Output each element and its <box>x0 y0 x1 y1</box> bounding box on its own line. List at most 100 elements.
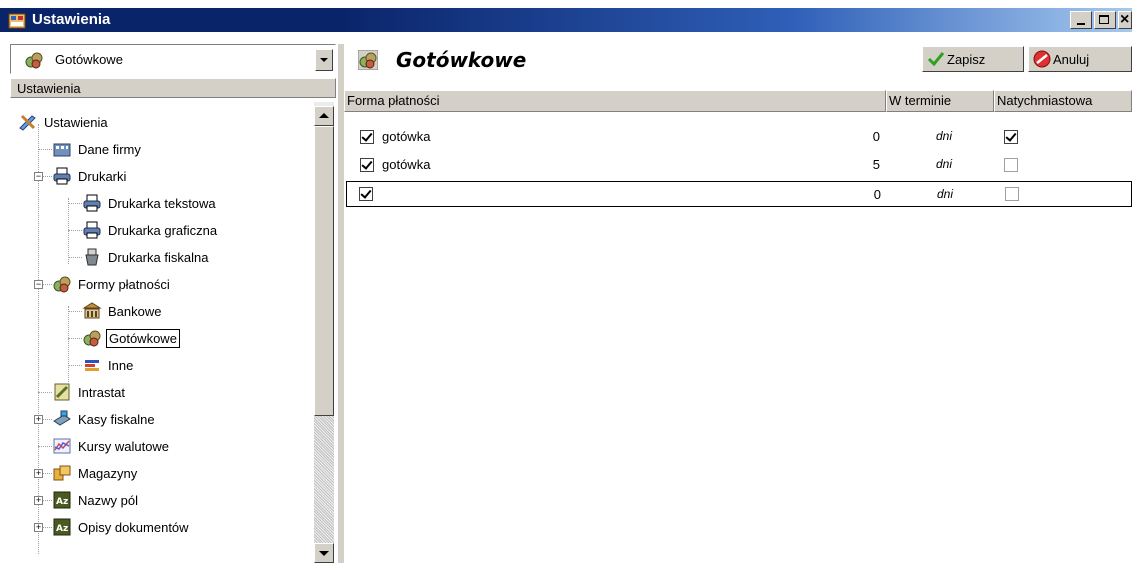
coins-icon <box>358 50 378 70</box>
tree-item-label: Drukarka tekstowa <box>108 195 216 211</box>
tree-item-label: Intrastat <box>78 384 125 400</box>
tree-item-label: Opisy dokumentów <box>78 519 189 535</box>
tree-toggle-expand[interactable]: + <box>34 496 43 505</box>
tree-item-gotowkowe[interactable]: Gotówkowe <box>82 327 180 349</box>
checkmark-icon <box>927 52 945 67</box>
tree-scrollbar[interactable] <box>314 102 334 563</box>
title-bar: Ustawienia × <box>0 8 1132 32</box>
chart-icon <box>53 438 71 454</box>
tree-item-nazwy-pol[interactable]: Az Nazwy pól <box>52 489 140 511</box>
immediate-checkbox[interactable] <box>1005 187 1019 201</box>
scroll-thumb[interactable] <box>314 126 334 416</box>
tree-item-label: Formy płatności <box>78 276 170 292</box>
combo-value: Gotówkowe <box>55 52 123 67</box>
table-row[interactable]: gotówka 5 dni <box>348 152 1132 178</box>
row-enabled-checkbox[interactable] <box>360 130 374 144</box>
tree-item-label: Drukarki <box>78 168 127 184</box>
grid-header: Forma płatności W terminie Natychmiastow… <box>344 90 1132 112</box>
tools-icon <box>19 114 36 131</box>
coins-icon <box>53 276 71 293</box>
cancel-button[interactable]: Anuluj <box>1028 46 1132 72</box>
tree-toggle-expand[interactable]: + <box>34 415 43 424</box>
column-header-due-term[interactable]: W terminie <box>886 90 994 112</box>
az-icon: Az <box>53 491 71 509</box>
tree-item-opisy-dokumentow[interactable]: Az Opisy dokumentów <box>52 516 191 538</box>
tree-item-label: Nazwy pól <box>78 492 138 508</box>
column-header-payment-form[interactable]: Forma płatności <box>344 90 886 112</box>
tree-item-drukarka-tekstowa[interactable]: Drukarka tekstowa <box>82 192 218 214</box>
close-button[interactable]: × <box>1118 11 1132 29</box>
scroll-up-button[interactable] <box>314 106 334 126</box>
row-enabled-checkbox[interactable] <box>359 187 373 201</box>
tree-item-kursy-walutowe[interactable]: Kursy walutowe <box>52 435 171 457</box>
settings-tree[interactable]: − − + + + + Ustawienia Dane firmy Drukar… <box>10 102 336 563</box>
az-icon: Az <box>53 518 71 536</box>
tree-item-dane-firmy[interactable]: Dane firmy <box>52 138 143 160</box>
tree-item-label: Inne <box>108 357 134 373</box>
scroll-down-button[interactable] <box>314 543 334 563</box>
company-icon <box>53 143 71 157</box>
coins-icon <box>83 330 101 347</box>
tree-item-intrastat[interactable]: Intrastat <box>52 381 127 403</box>
fiscal-printer-icon <box>85 248 99 266</box>
scroll-track[interactable] <box>314 416 334 543</box>
coins-icon <box>25 52 43 69</box>
column-header-immediate[interactable]: Natychmiastowa <box>994 90 1132 112</box>
days-value[interactable]: 0 <box>850 129 880 144</box>
days-unit: dni <box>937 187 954 201</box>
cancel-icon <box>1033 50 1051 68</box>
settings-nav-pane: Gotówkowe Ustawienia − − + + + + Ustawie… <box>10 44 338 563</box>
days-unit: dni <box>936 157 953 171</box>
payment-forms-pane: Gotówkowe Zapisz Anuluj Forma płatności … <box>344 44 1132 563</box>
tree-item-label: Ustawienia <box>44 114 108 130</box>
tree-toggle-collapse[interactable]: − <box>34 280 43 289</box>
svg-text:Az: Az <box>56 497 68 507</box>
window-title: Ustawienia <box>32 11 111 28</box>
section-combo[interactable]: Gotówkowe <box>10 44 336 74</box>
save-button[interactable]: Zapisz <box>922 46 1024 72</box>
note-icon <box>54 383 70 401</box>
printer-icon <box>53 167 71 185</box>
payment-name[interactable]: gotówka <box>382 129 430 144</box>
table-row[interactable]: gotówka 0 dni <box>348 124 1132 150</box>
tree-item-inne[interactable]: Inne <box>82 354 135 376</box>
tree-toggle-expand[interactable]: + <box>34 469 43 478</box>
printer-icon <box>83 194 101 212</box>
settings-app-icon <box>8 13 26 29</box>
tree-item-label: Gotówkowe <box>106 328 180 348</box>
tree-item-label: Kasy fiskalne <box>78 411 155 427</box>
tree-toggle-expand[interactable]: + <box>34 523 43 532</box>
table-row[interactable]: 0 dni <box>346 181 1132 207</box>
row-enabled-checkbox[interactable] <box>360 158 374 172</box>
tree-item-drukarka-graficzna[interactable]: Drukarka graficzna <box>82 219 219 241</box>
save-label: Zapisz <box>947 51 986 67</box>
printer-icon <box>83 221 101 239</box>
page-title: Gotówkowe <box>396 48 527 72</box>
tree-item-magazyny[interactable]: Magazyny <box>52 462 139 484</box>
immediate-checkbox[interactable] <box>1004 158 1018 172</box>
payment-name[interactable]: gotówka <box>382 157 430 172</box>
tree-item-label: Dane firmy <box>78 141 141 157</box>
minimize-button[interactable] <box>1070 11 1092 29</box>
tree-item-drukarki[interactable]: Drukarki <box>52 165 128 187</box>
days-value[interactable]: 0 <box>851 187 881 202</box>
tree-item-label: Kursy walutowe <box>78 438 170 454</box>
maximize-button[interactable] <box>1094 11 1116 29</box>
tree-item-drukarka-fiskalna[interactable]: Drukarka fiskalna <box>82 246 210 268</box>
combo-dropdown-button[interactable] <box>315 49 333 71</box>
svg-text:Az: Az <box>56 524 68 534</box>
cash-register-icon <box>53 410 71 426</box>
tree-item-label: Magazyny <box>78 465 138 481</box>
tree-item-bankowe[interactable]: Bankowe <box>82 300 163 322</box>
days-unit: dni <box>936 129 953 143</box>
tree-header: Ustawienia <box>10 78 336 98</box>
immediate-checkbox[interactable] <box>1004 130 1018 144</box>
days-value[interactable]: 5 <box>850 157 880 172</box>
warehouse-icon <box>53 465 71 481</box>
tree-toggle-collapse[interactable]: − <box>34 172 43 181</box>
tree-item-kasy-fiskalne[interactable]: Kasy fiskalne <box>52 408 157 430</box>
tree-item-label: Drukarka fiskalna <box>108 249 209 265</box>
flag-icon <box>85 360 99 371</box>
tree-item-ustawienia[interactable]: Ustawienia <box>18 111 110 133</box>
tree-item-formy-platnosci[interactable]: Formy płatności <box>52 273 172 295</box>
